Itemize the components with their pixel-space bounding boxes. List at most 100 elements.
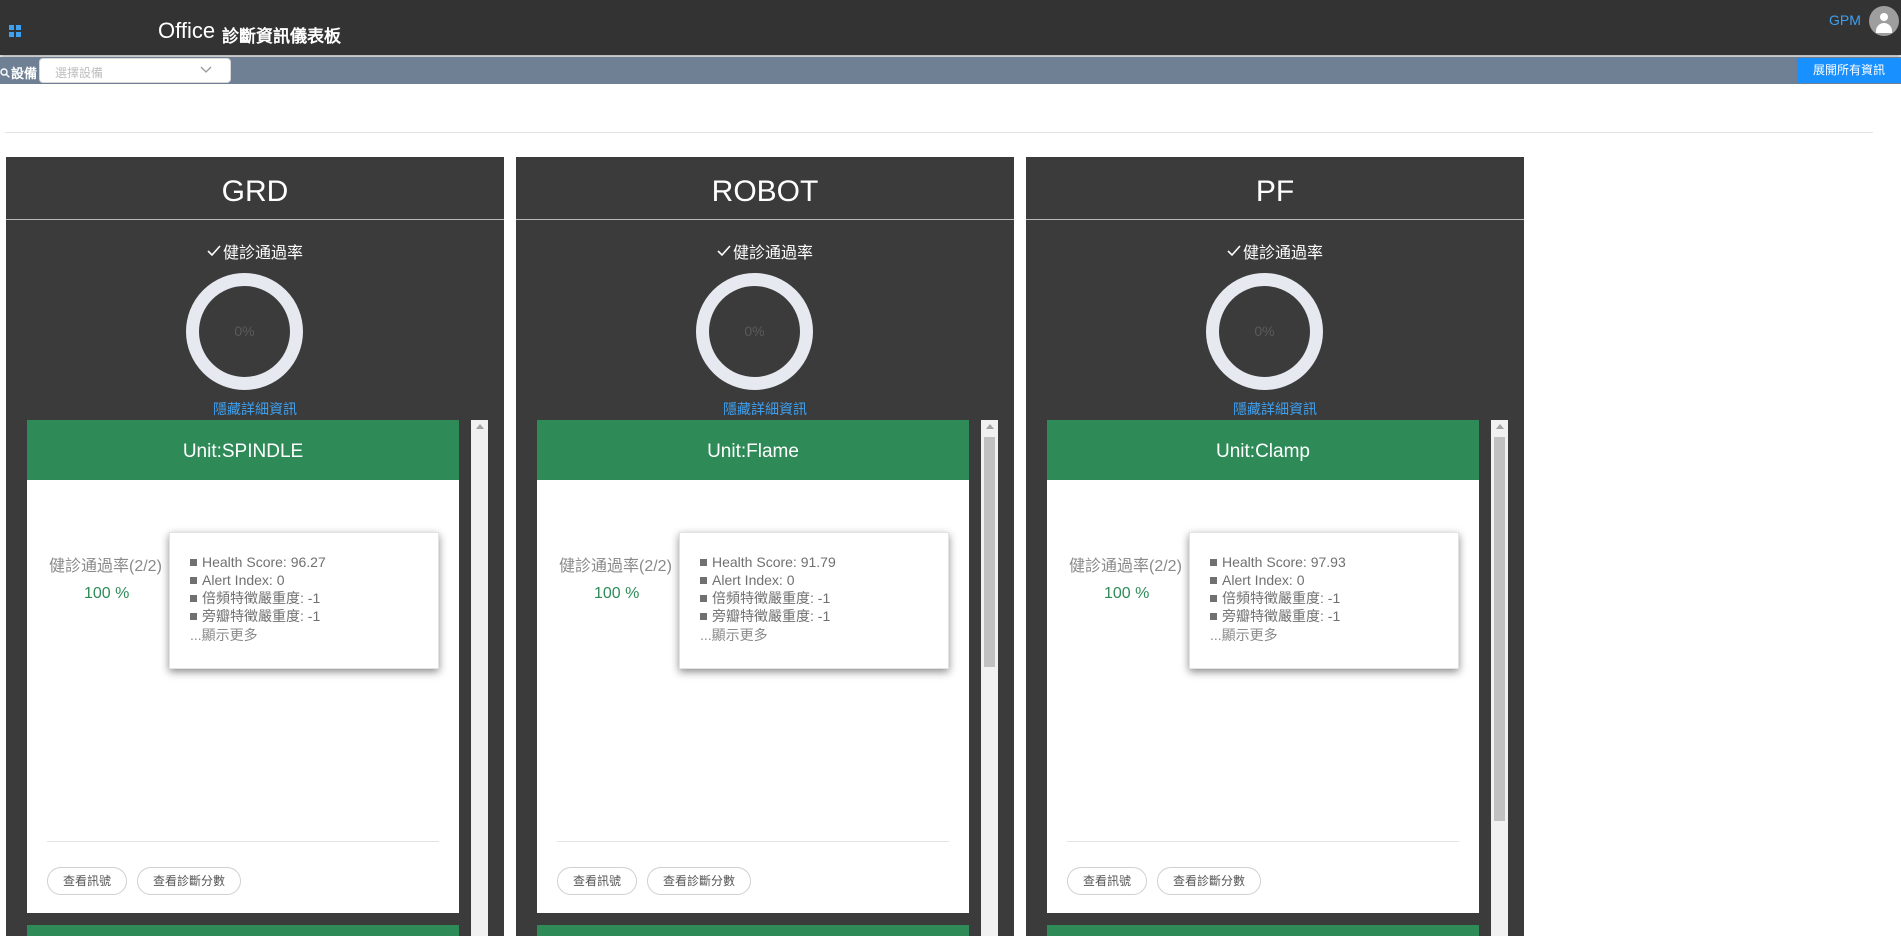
- pass-rate-text: 健診通過率: [732, 245, 813, 262]
- check-icon: [207, 245, 221, 257]
- bullet-square-icon: [700, 613, 707, 620]
- metrics-popup: Health Score: 91.79 Alert Index: 0 倍頻特徵嚴…: [679, 532, 949, 669]
- equipment-title: PF: [1255, 175, 1295, 208]
- scroll-up-arrow-icon[interactable]: [1496, 424, 1504, 429]
- column-divider: [1026, 219, 1524, 220]
- show-more-link[interactable]: ...顯示更多: [190, 625, 438, 645]
- metric-item: 旁瓣特徵嚴重度: -1: [700, 607, 948, 625]
- next-unit-card-header: [537, 925, 969, 936]
- equipment-column: ROBOT 健診通過率 0% 隱藏詳細資訊 Unit:Flame 健診通過率(2…: [516, 157, 1014, 936]
- unit-list-scrollbar[interactable]: [981, 420, 998, 936]
- pass-rate-ring: 0%: [1206, 273, 1323, 390]
- metric-item: 旁瓣特徵嚴重度: -1: [190, 607, 438, 625]
- metric-text: Alert Index: 0: [712, 572, 795, 588]
- bullet-square-icon: [1210, 577, 1217, 584]
- unit-card: Unit:Clamp 健診通過率(2/2) 100 % Health Score…: [1047, 420, 1479, 913]
- card-divider: [557, 841, 949, 842]
- view-signal-button[interactable]: 查看訊號: [47, 867, 127, 895]
- metric-item: Health Score: 91.79: [700, 553, 948, 571]
- expand-all-button[interactable]: 展開所有資訊: [1797, 58, 1901, 83]
- unit-pass-rate-label: 健診通過率(2/2): [49, 558, 162, 575]
- scroll-up-arrow-icon[interactable]: [986, 424, 994, 429]
- metric-text: 倍頻特徵嚴重度: -1: [1222, 590, 1341, 606]
- metric-text: 旁瓣特徵嚴重度: -1: [1222, 608, 1341, 624]
- metric-text: Health Score: 91.79: [712, 554, 836, 570]
- unit-pass-rate-label: 健診通過率(2/2): [559, 558, 672, 575]
- show-more-link[interactable]: ...顯示更多: [1210, 625, 1458, 645]
- metric-text: 倍頻特徵嚴重度: -1: [202, 590, 321, 606]
- metric-text: Alert Index: 0: [202, 572, 285, 588]
- chevron-down-icon: [200, 66, 212, 73]
- bullet-square-icon: [190, 613, 197, 620]
- hide-details-link[interactable]: 隱藏詳細資訊: [516, 399, 1014, 419]
- unit-pass-rate-label: 健診通過率(2/2): [1069, 558, 1182, 575]
- scroll-thumb[interactable]: [984, 437, 995, 667]
- metric-item: 倍頻特徵嚴重度: -1: [1210, 589, 1458, 607]
- metrics-popup: Health Score: 96.27 Alert Index: 0 倍頻特徵嚴…: [169, 532, 439, 669]
- pass-rate-ring: 0%: [186, 273, 303, 390]
- pass-rate-label: 健診通過率: [1026, 239, 1524, 263]
- header-divider: [5, 132, 1873, 133]
- unit-list-scrollbar[interactable]: [471, 420, 488, 936]
- metric-text: Health Score: 96.27: [202, 554, 326, 570]
- bullet-square-icon: [190, 559, 197, 566]
- pass-rate-percent: 0%: [234, 323, 255, 339]
- unit-list-scrollbar[interactable]: [1491, 420, 1508, 936]
- equipment-column: GRD 健診通過率 0% 隱藏詳細資訊 Unit:SPINDLE 健診通過率(2…: [6, 157, 504, 936]
- user-name[interactable]: GPM: [1829, 12, 1861, 28]
- hide-details-link[interactable]: 隱藏詳細資訊: [1026, 399, 1524, 419]
- show-more-link[interactable]: ...顯示更多: [700, 625, 948, 645]
- bullet-square-icon: [700, 577, 707, 584]
- metric-text: Alert Index: 0: [1222, 572, 1305, 588]
- user-avatar-icon[interactable]: [1869, 6, 1899, 36]
- view-signal-button[interactable]: 查看訊號: [557, 867, 637, 895]
- metric-item: Alert Index: 0: [700, 571, 948, 589]
- metric-text: 旁瓣特徵嚴重度: -1: [202, 608, 321, 624]
- view-score-button[interactable]: 查看診斷分數: [137, 867, 241, 895]
- top-bar: Office 診斷資訊儀表板 GPM: [0, 0, 1901, 55]
- metric-item: Alert Index: 0: [1210, 571, 1458, 589]
- view-signal-button[interactable]: 查看訊號: [1067, 867, 1147, 895]
- search-icon: [0, 67, 10, 78]
- equipment-title: ROBOT: [711, 175, 819, 208]
- next-unit-card-header: [27, 925, 459, 936]
- column-divider: [6, 219, 504, 220]
- device-select-placeholder: 選擇設備: [55, 66, 104, 80]
- hide-details-link[interactable]: 隱藏詳細資訊: [6, 399, 504, 419]
- bullet-square-icon: [1210, 613, 1217, 620]
- device-select[interactable]: 選擇設備: [39, 58, 231, 83]
- unit-title: Unit:Flame: [537, 420, 969, 480]
- metric-item: 倍頻特徵嚴重度: -1: [700, 589, 948, 607]
- check-icon: [1227, 245, 1241, 257]
- pass-rate-percent: 0%: [744, 323, 765, 339]
- card-divider: [47, 841, 439, 842]
- metrics-popup: Health Score: 97.93 Alert Index: 0 倍頻特徵嚴…: [1189, 532, 1459, 669]
- check-icon: [717, 245, 731, 257]
- unit-title: Unit:SPINDLE: [27, 420, 459, 480]
- unit-card: Unit:Flame 健診通過率(2/2) 100 % Health Score…: [537, 420, 969, 913]
- brand-name: Office: [158, 18, 216, 43]
- metric-text: 旁瓣特徵嚴重度: -1: [712, 608, 831, 624]
- device-label-text: 設備: [11, 66, 38, 81]
- pass-rate-text: 健診通過率: [222, 245, 303, 262]
- pass-rate-ring: 0%: [696, 273, 813, 390]
- pass-rate-percent: 0%: [1254, 323, 1275, 339]
- apps-grid-icon[interactable]: [9, 25, 21, 37]
- pass-rate-text: 健診通過率: [1242, 245, 1323, 262]
- metric-text: Health Score: 97.93: [1222, 554, 1346, 570]
- metric-text: 倍頻特徵嚴重度: -1: [712, 590, 831, 606]
- view-score-button[interactable]: 查看診斷分數: [647, 867, 751, 895]
- device-filter-label: 設備: [0, 63, 37, 82]
- bullet-square-icon: [190, 595, 197, 602]
- unit-card: Unit:SPINDLE 健診通過率(2/2) 100 % Health Sco…: [27, 420, 459, 913]
- metric-item: Alert Index: 0: [190, 571, 438, 589]
- scroll-thumb[interactable]: [1494, 437, 1505, 821]
- metric-item: Health Score: 96.27: [190, 553, 438, 571]
- pass-rate-label: 健診通過率: [516, 239, 1014, 263]
- metric-item: Health Score: 97.93: [1210, 553, 1458, 571]
- scroll-up-arrow-icon[interactable]: [476, 424, 484, 429]
- view-score-button[interactable]: 查看診斷分數: [1157, 867, 1261, 895]
- next-unit-card-header: [1047, 925, 1479, 936]
- filter-bar: 設備 選擇設備 展開所有資訊: [0, 57, 1901, 84]
- page-title: 診斷資訊儀表板: [222, 27, 341, 46]
